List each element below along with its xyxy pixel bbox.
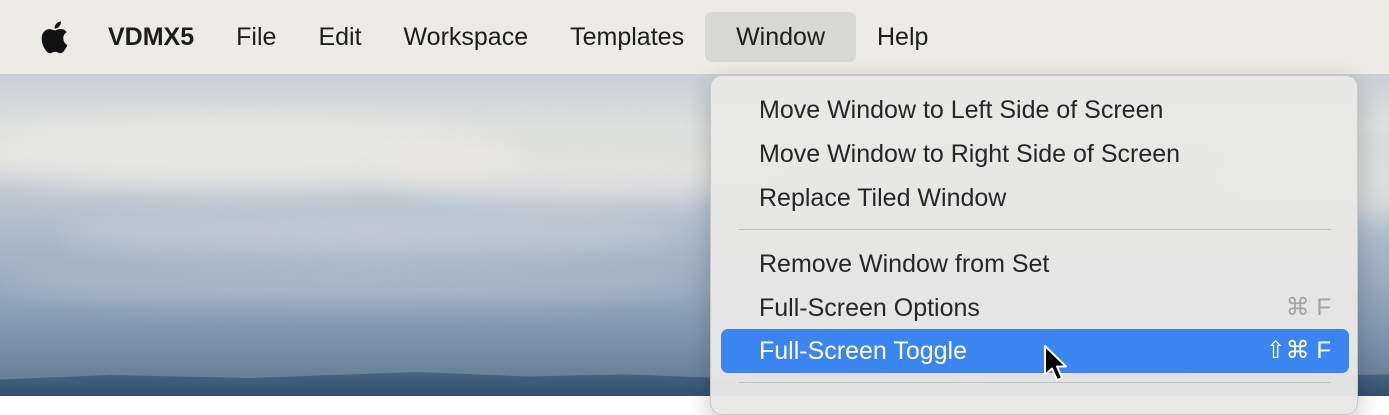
menu-item-replace-tiled[interactable]: Replace Tiled Window bbox=[721, 176, 1349, 220]
menu-item-move-right[interactable]: Move Window to Right Side of Screen bbox=[721, 132, 1349, 176]
menu-item-label: Remove Window from Set bbox=[759, 250, 1050, 278]
menu-separator bbox=[739, 229, 1331, 230]
menu-edit[interactable]: Edit bbox=[297, 12, 382, 62]
menu-bar: VDMX5 File Edit Workspace Templates Wind… bbox=[0, 0, 1389, 74]
menu-item-fullscreen-toggle[interactable]: Full-Screen Toggle ⇧⌘ F bbox=[721, 329, 1349, 373]
menu-window[interactable]: Window bbox=[705, 12, 856, 62]
apple-logo-icon[interactable] bbox=[38, 19, 70, 55]
menu-item-label: Move Window to Right Side of Screen bbox=[759, 140, 1181, 168]
menu-item-label: Full-Screen Options bbox=[759, 294, 980, 322]
menu-separator bbox=[739, 382, 1331, 383]
menu-item-label: Full-Screen Toggle bbox=[759, 337, 967, 365]
menu-workspace[interactable]: Workspace bbox=[383, 12, 550, 62]
arrow-pointer-icon bbox=[1043, 344, 1069, 384]
window-menu-dropdown: Move Window to Left Side of Screen Move … bbox=[710, 75, 1358, 415]
menu-templates[interactable]: Templates bbox=[549, 12, 705, 62]
shortcut-label: ⇧⌘ F bbox=[1265, 337, 1331, 364]
menu-help[interactable]: Help bbox=[856, 12, 949, 62]
menu-item-label: Move Window to Left Side of Screen bbox=[759, 96, 1164, 124]
menu-item-label: Replace Tiled Window bbox=[759, 184, 1007, 212]
menu-item-fullscreen-options[interactable]: Full-Screen Options ⌘ F bbox=[721, 286, 1349, 330]
menu-app-name[interactable]: VDMX5 bbox=[108, 12, 215, 62]
menu-item-move-left[interactable]: Move Window to Left Side of Screen bbox=[721, 88, 1349, 132]
menu-item-remove-from-set[interactable]: Remove Window from Set bbox=[721, 242, 1349, 286]
menu-file[interactable]: File bbox=[215, 12, 297, 62]
shortcut-label: ⌘ F bbox=[1285, 294, 1331, 321]
